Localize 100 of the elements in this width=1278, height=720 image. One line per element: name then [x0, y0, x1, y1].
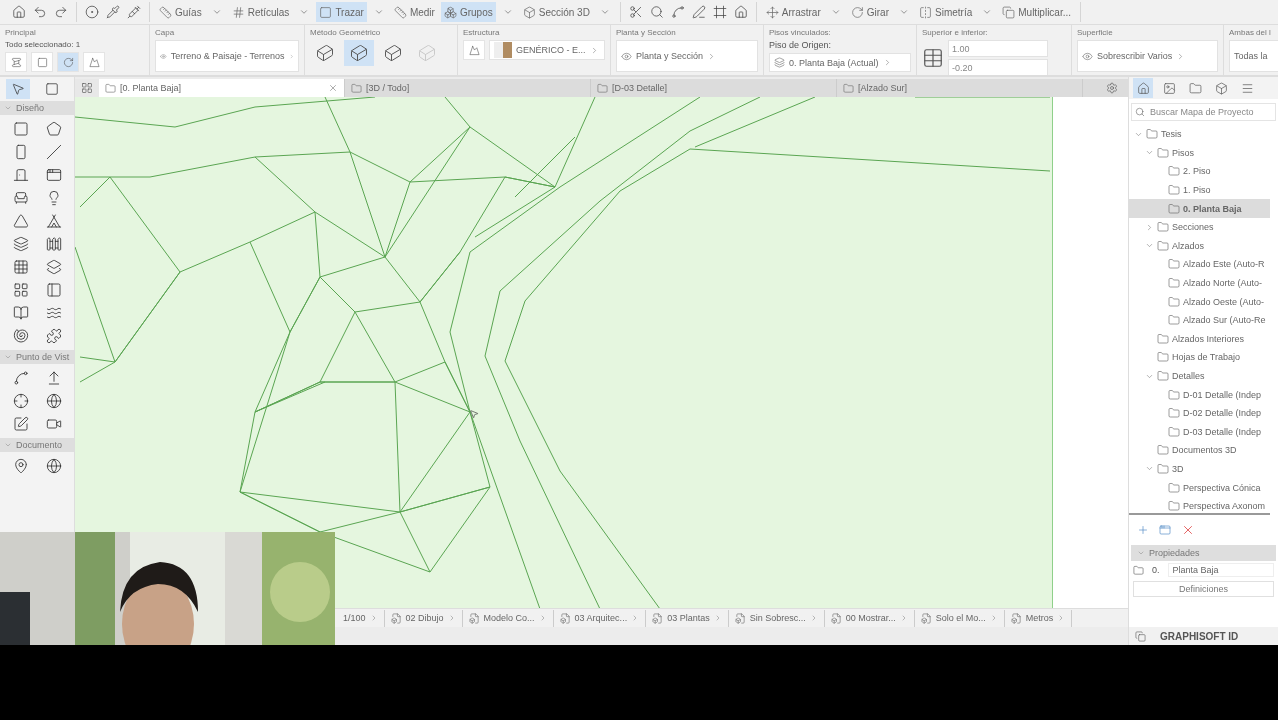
- toolbar-button[interactable]: Sección 3D: [519, 2, 593, 22]
- edit-icon[interactable]: [12, 416, 29, 432]
- tree-item[interactable]: Detalles: [1129, 366, 1270, 386]
- layers-icon[interactable]: [45, 259, 62, 275]
- section-header[interactable]: Documento: [0, 438, 74, 452]
- method-button[interactable]: [344, 40, 374, 66]
- tree-item[interactable]: Alzado Oeste (Auto-: [1129, 292, 1270, 311]
- view-grid-button[interactable]: [75, 79, 99, 97]
- close-icon[interactable]: [328, 83, 338, 93]
- house-icon[interactable]: [733, 5, 748, 19]
- settings-icon[interactable]: [1106, 82, 1118, 94]
- height-field[interactable]: 1.00: [948, 40, 1048, 57]
- status-dropdown[interactable]: 03 Plantas: [646, 609, 729, 627]
- project-map-button[interactable]: [1133, 78, 1153, 98]
- caret-icon[interactable]: [899, 7, 909, 17]
- slash-icon[interactable]: [45, 144, 62, 160]
- pentagon-icon[interactable]: [45, 121, 62, 137]
- image-icon[interactable]: [1162, 81, 1176, 95]
- status-dropdown[interactable]: 1/100: [337, 609, 385, 627]
- folder-icon[interactable]: [1188, 81, 1202, 95]
- spline-icon[interactable]: [670, 5, 685, 19]
- puzzle-icon[interactable]: [45, 328, 62, 344]
- tree-item[interactable]: Alzado Este (Auto-R: [1129, 255, 1270, 274]
- grid-icon[interactable]: [12, 259, 29, 275]
- layers-icon[interactable]: [12, 236, 29, 252]
- status-dropdown[interactable]: Metros: [1004, 609, 1073, 627]
- select-field[interactable]: Terreno & Paisaje - Terrenos: [155, 40, 299, 72]
- book-icon[interactable]: [12, 305, 29, 321]
- status-dropdown[interactable]: 02 Dibujo: [384, 609, 463, 627]
- caret-icon[interactable]: [299, 7, 310, 17]
- toolbar-button[interactable]: Grupos: [440, 2, 496, 22]
- door-icon[interactable]: [12, 167, 29, 183]
- redo-icon[interactable]: [54, 5, 68, 19]
- waves-icon[interactable]: [45, 305, 62, 321]
- tree-item[interactable]: Alzados Interiores: [1129, 329, 1270, 349]
- toolbar-button[interactable]: Arrastrar: [762, 2, 824, 22]
- properties-header[interactable]: Propiedades: [1131, 545, 1276, 561]
- caret-icon[interactable]: [982, 7, 993, 17]
- tool-option[interactable]: [5, 52, 27, 72]
- tree-item[interactable]: Pisos: [1129, 143, 1270, 163]
- floor-name-field[interactable]: Planta Baja: [1167, 563, 1274, 577]
- tree-item[interactable]: D-03 Detalle (Indep: [1129, 422, 1270, 442]
- caret-icon[interactable]: [373, 7, 384, 17]
- section-header[interactable]: Diseño: [0, 101, 74, 115]
- magnifier-icon[interactable]: [649, 5, 664, 19]
- tree-item[interactable]: Alzado Norte (Auto-: [1129, 273, 1270, 293]
- globe-icon[interactable]: [45, 393, 62, 409]
- caret-icon[interactable]: [599, 7, 610, 17]
- window-icon[interactable]: [45, 167, 62, 183]
- tool-option[interactable]: [31, 52, 53, 72]
- camera-icon[interactable]: [45, 416, 62, 432]
- toolbar-button[interactable]: Trazar: [316, 2, 367, 22]
- square-icon[interactable]: [12, 121, 29, 137]
- arrow-tool-button[interactable]: [6, 79, 30, 99]
- caret-icon[interactable]: [830, 7, 841, 17]
- search-field[interactable]: Buscar Mapa de Proyecto: [1131, 103, 1276, 121]
- select-field[interactable]: Planta y Sección: [616, 40, 758, 72]
- add-icon[interactable]: [1137, 524, 1149, 536]
- home-icon[interactable]: [12, 5, 26, 19]
- tree-item[interactable]: Perspectiva Axonom: [1129, 496, 1270, 513]
- chair-icon[interactable]: [12, 190, 29, 206]
- select-field[interactable]: 0. Planta Baja (Actual): [769, 53, 911, 72]
- pin-icon[interactable]: [12, 458, 29, 474]
- settings-button[interactable]: Definiciones: [1133, 581, 1274, 597]
- tool-option[interactable]: [57, 52, 79, 72]
- select-field[interactable]: GENÉRICO - E...: [489, 40, 605, 60]
- status-dropdown[interactable]: Sin Sobresc...: [728, 609, 825, 627]
- menu-icon[interactable]: [1240, 81, 1254, 95]
- tree-item[interactable]: Tesis: [1129, 125, 1270, 144]
- tree-item[interactable]: D-02 Detalle (Indep: [1129, 403, 1270, 423]
- pen-icon[interactable]: [691, 5, 706, 19]
- toolbar-button[interactable]: Guías: [156, 2, 205, 22]
- grid-icon[interactable]: [12, 282, 29, 298]
- toolbar-button[interactable]: Medir: [390, 2, 438, 22]
- syringe-icon[interactable]: [127, 5, 141, 19]
- toolbar-button[interactable]: Girar: [847, 2, 892, 22]
- tree-item[interactable]: 1. Piso: [1129, 180, 1270, 200]
- tree-item[interactable]: 0. Planta Baja: [1129, 199, 1270, 218]
- tent-icon[interactable]: [45, 213, 62, 229]
- tree-item[interactable]: Documentos 3D: [1129, 441, 1270, 460]
- tree-item[interactable]: Alzados: [1129, 236, 1270, 256]
- undo-icon[interactable]: [33, 5, 47, 19]
- target-icon[interactable]: [85, 5, 99, 19]
- status-dropdown[interactable]: 03 Arquitec...: [553, 609, 647, 627]
- panel-icon[interactable]: [45, 282, 62, 298]
- view-tab[interactable]: [0. Planta Baja]: [99, 79, 345, 97]
- crosshair-icon[interactable]: [12, 393, 29, 409]
- tree-item[interactable]: Alzado Sur (Auto-Re: [1129, 310, 1270, 330]
- section-header[interactable]: Punto de Vist: [0, 350, 74, 364]
- tree-item[interactable]: Hojas de Trabajo: [1129, 348, 1270, 367]
- globe-icon[interactable]: [45, 458, 62, 474]
- select-field[interactable]: Sobrescribir Varios: [1077, 40, 1218, 72]
- spline-icon[interactable]: [12, 370, 29, 386]
- toolbar-button[interactable]: Simetría: [916, 2, 976, 22]
- caret-icon[interactable]: [502, 7, 513, 17]
- tree-item[interactable]: Secciones: [1129, 217, 1270, 237]
- status-dropdown[interactable]: 00 Mostrar...: [824, 609, 915, 627]
- tree-item[interactable]: 3D: [1129, 459, 1270, 479]
- tree-item[interactable]: 2. Piso: [1129, 162, 1270, 181]
- tool-option[interactable]: [83, 52, 105, 72]
